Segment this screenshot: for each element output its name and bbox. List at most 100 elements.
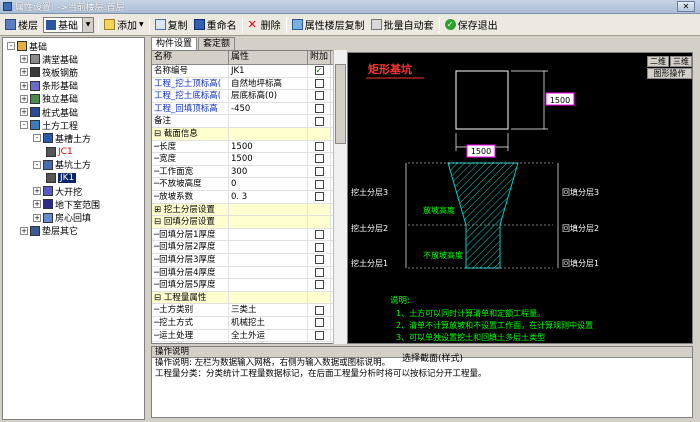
table-row[interactable]: ─回土处理余土回填 (152, 342, 346, 344)
extra-checkbox[interactable] (314, 318, 324, 328)
table-row[interactable]: ─工作面宽 300 (152, 165, 346, 179)
tree-item-3[interactable]: + 条形基础 (20, 80, 78, 92)
tab-component-settings[interactable]: 构件设置 (151, 37, 198, 50)
collapse-icon[interactable]: - (33, 160, 41, 169)
table-row[interactable]: ─回填分层5厚度 (152, 279, 346, 292)
tree-item-12[interactable]: + 地下室范围 (33, 198, 100, 211)
extra-checkbox[interactable] (314, 255, 324, 265)
tree-item-1[interactable]: + 满堂基础 (20, 53, 78, 66)
table-row[interactable]: ⊟ 截面信息 (152, 128, 346, 141)
tree-item-4[interactable]: + 独立基础 (20, 93, 78, 105)
table-row[interactable]: 工程_挖土顶标高(自然地坪标高 (152, 77, 346, 91)
collapse-icon[interactable]: - (33, 134, 41, 143)
tree-item-0[interactable]: - 基础 (7, 40, 47, 53)
table-row[interactable]: ─长度 1500 (152, 140, 346, 154)
extra-checkbox[interactable] (314, 104, 324, 114)
row-value[interactable] (229, 115, 308, 127)
row-value[interactable] (229, 228, 308, 241)
expand-icon[interactable]: + (20, 68, 28, 77)
expand-icon[interactable]: + (20, 108, 28, 116)
table-row[interactable]: ─不放坡高度 0 (152, 178, 346, 191)
tree-item-13[interactable]: + 房心回填 (33, 212, 91, 224)
delete-button[interactable]: ✕ 删除 (245, 16, 284, 34)
table-row[interactable]: ─宽度 1500 (152, 153, 346, 166)
table-row[interactable]: 工程_挖土底标高(层底标高(0) (152, 90, 346, 103)
tree-item-11[interactable]: + 大开挖 (33, 185, 82, 198)
extra-checkbox[interactable]: ✓ (314, 66, 324, 76)
tree-item-6[interactable]: - 土方工程 (20, 119, 78, 132)
row-value[interactable]: 全土外运 (229, 329, 308, 342)
extra-checkbox[interactable] (315, 343, 324, 344)
close-button[interactable]: ✕ (677, 1, 695, 12)
row-value[interactable]: 三类土 (229, 304, 308, 316)
extra-checkbox[interactable] (314, 179, 324, 189)
tree-item-8[interactable]: JC1 (46, 146, 73, 158)
expand-icon[interactable]: + (20, 55, 28, 64)
table-row[interactable]: ─回填分层3厚度 (152, 254, 346, 267)
expand-icon[interactable]: + (33, 213, 41, 222)
tree-item-5[interactable]: + 桩式基础 (20, 106, 78, 119)
floor-button[interactable]: 楼层 (2, 16, 41, 34)
extra-checkbox[interactable] (314, 78, 324, 88)
table-row[interactable]: ─土方类别 三类土 (152, 304, 346, 317)
component-tree[interactable]: - 基础 + 满堂基础 + 筏板钢筋 + 条形基础 + 独立基础 + 桩式基础 - 土方工程 - 基槽土方 JC… (2, 37, 145, 420)
add-button[interactable]: 添加 ▼ (101, 16, 147, 34)
extra-checkbox[interactable] (314, 116, 324, 126)
chevron-down-icon[interactable]: ▼ (82, 17, 93, 32)
category-combo[interactable]: 基础 ▼ (43, 16, 94, 33)
extra-checkbox[interactable] (314, 280, 324, 290)
table-row[interactable]: 备注 (152, 115, 346, 128)
table-row[interactable]: ⊟ 回填分层设置 (152, 216, 346, 229)
row-value[interactable]: 1500 (229, 153, 308, 165)
row-value[interactable] (229, 254, 308, 266)
table-row[interactable]: ─放坡系数 0. 3 (152, 191, 346, 204)
extra-checkbox[interactable] (314, 91, 324, 101)
table-row[interactable]: ─回填分层2厚度 (152, 241, 346, 254)
rename-button[interactable]: 重命名 (191, 16, 240, 34)
scroll-thumb[interactable] (335, 64, 346, 144)
row-value[interactable]: 1500 (229, 140, 308, 153)
copy-button[interactable]: 复制 (152, 16, 191, 34)
tree-item-14[interactable]: + 垫层其它 (20, 225, 78, 237)
expand-icon[interactable]: + (20, 226, 28, 235)
row-value[interactable] (229, 241, 308, 253)
table-row[interactable]: ─回填分层1厚度 (152, 228, 346, 242)
extra-checkbox[interactable] (314, 305, 324, 315)
row-value[interactable]: 层底标高(0) (229, 90, 308, 102)
view-2d-button[interactable]: 二维 (647, 56, 669, 67)
collapse-icon[interactable]: - (7, 42, 15, 50)
row-value[interactable]: 300 (229, 165, 308, 178)
tab-quota[interactable]: 套定额 (198, 37, 236, 50)
tree-item-9[interactable]: - 基坑土方 (33, 159, 91, 171)
row-value[interactable] (229, 128, 308, 140)
row-value[interactable] (229, 266, 308, 279)
extra-checkbox[interactable] (314, 242, 324, 252)
grid-scrollbar[interactable] (333, 50, 347, 344)
save-exit-button[interactable]: ✓ 保存退出 (442, 16, 501, 34)
tree-item-7[interactable]: - 基槽土方 (33, 132, 91, 145)
view-3d-button[interactable]: 三维 (670, 56, 692, 67)
extra-checkbox[interactable] (314, 192, 324, 202)
expand-icon[interactable]: + (33, 187, 41, 196)
table-row[interactable]: 名称编号 JK1 ✓ (152, 65, 346, 78)
extra-checkbox[interactable] (314, 141, 324, 151)
table-row[interactable]: ⊟ 工程量属性 (152, 291, 346, 305)
graph-op-button[interactable]: 图形操作 (647, 68, 692, 79)
tree-item-2[interactable]: + 筏板钢筋 (20, 66, 78, 79)
extra-checkbox[interactable] (314, 167, 324, 177)
extra-checkbox[interactable] (314, 230, 324, 240)
extra-checkbox[interactable] (314, 154, 324, 164)
table-row[interactable]: ⊞ 挖土分层设置 (152, 203, 346, 217)
expand-icon[interactable]: + (20, 81, 28, 90)
extra-checkbox[interactable] (314, 267, 324, 277)
batch-button[interactable]: 批量自动套 (368, 16, 437, 34)
expand-icon[interactable]: + (33, 200, 41, 209)
row-value[interactable]: 0 (229, 178, 308, 190)
row-value[interactable] (229, 216, 308, 228)
extra-checkbox[interactable] (314, 330, 324, 340)
row-value[interactable]: 余土回填 (229, 342, 308, 343)
tree-item-10[interactable]: JK1 (46, 172, 77, 184)
row-value[interactable] (229, 291, 308, 304)
table-row[interactable]: ─挖土方式 机械挖土 (152, 317, 346, 330)
select-section-button[interactable]: 选择截面(样式) (402, 354, 463, 365)
